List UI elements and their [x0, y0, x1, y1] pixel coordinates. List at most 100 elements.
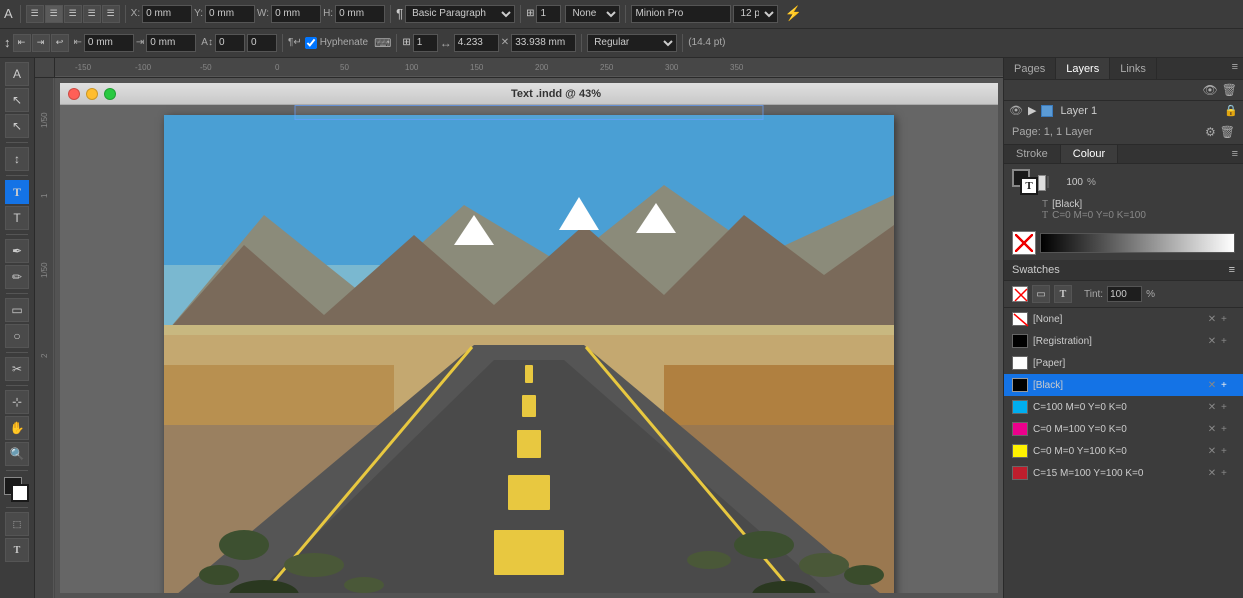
- layer-expand-icon[interactable]: ▶: [1028, 104, 1036, 117]
- text-frame[interactable]: [295, 105, 764, 120]
- hyphenate-checkbox[interactable]: [305, 37, 317, 49]
- tool-frame-text[interactable]: ⬚: [5, 512, 29, 536]
- swatch-magenta-add[interactable]: +: [1221, 424, 1235, 435]
- layer-1-item[interactable]: 👁 ▶ Layer 1 🔒: [1004, 101, 1243, 120]
- tool-ellipse[interactable]: ○: [5, 324, 29, 348]
- tool-direct-select[interactable]: ↖: [5, 88, 29, 112]
- tab-stroke[interactable]: Stroke: [1004, 145, 1061, 163]
- swatch-paper-name: [Paper]: [1033, 358, 1235, 369]
- swatches-menu-btn[interactable]: ≡: [1229, 264, 1235, 276]
- swatch-magenta-actions: ✕ +: [1205, 424, 1235, 435]
- space-after-input[interactable]: [247, 34, 277, 52]
- tool-type[interactable]: T: [5, 180, 29, 204]
- swatch-paper[interactable]: [Paper]: [1004, 352, 1243, 374]
- tab-layers[interactable]: Layers: [1056, 58, 1110, 79]
- space-before-input[interactable]: [215, 34, 245, 52]
- separator-r2-2: [396, 34, 397, 52]
- tool-zoom[interactable]: 🔍: [5, 442, 29, 466]
- swatch-none-add[interactable]: +: [1221, 314, 1235, 325]
- w-input[interactable]: 0 mm: [271, 5, 321, 23]
- swatch-text-btn[interactable]: T: [1054, 285, 1072, 303]
- page-delete-icon[interactable]: 🗑: [1220, 125, 1235, 139]
- tool-free-transform[interactable]: ⊹: [5, 390, 29, 414]
- tool-hand[interactable]: ✋: [5, 416, 29, 440]
- layer-eye-icon[interactable]: 👁: [1009, 104, 1023, 117]
- gradient-bar[interactable]: [1040, 233, 1235, 253]
- tab-links[interactable]: Links: [1110, 58, 1157, 79]
- swatch-custom1-x[interactable]: ✕: [1205, 468, 1219, 479]
- stroke-none-icon[interactable]: [1012, 231, 1036, 255]
- align-justify-btn[interactable]: ☰: [83, 5, 101, 23]
- tool-select[interactable]: A: [5, 62, 29, 86]
- baseline-input[interactable]: 33.938 mm: [511, 34, 576, 52]
- swatch-reg-x[interactable]: ✕: [1205, 336, 1219, 347]
- swatch-cyan-x[interactable]: ✕: [1205, 402, 1219, 413]
- font-size-dropdown[interactable]: 12 pt: [733, 5, 778, 23]
- swatch-yellow-x[interactable]: ✕: [1205, 446, 1219, 457]
- swatch-cyan[interactable]: C=100 M=0 Y=0 K=0 ✕ +: [1004, 396, 1243, 418]
- page-settings-icon[interactable]: ⚙: [1205, 125, 1216, 139]
- show-all-icon[interactable]: 👁: [1203, 83, 1218, 97]
- indent-right-btn[interactable]: ⇥: [32, 34, 50, 52]
- outdent-btn[interactable]: ↩: [51, 34, 69, 52]
- columns2-input[interactable]: [413, 34, 438, 52]
- swatch-custom1[interactable]: C=15 M=100 Y=100 K=0 ✕ +: [1004, 462, 1243, 484]
- window-maximize-btn[interactable]: [104, 88, 116, 100]
- tool-gap[interactable]: ↕: [5, 147, 29, 171]
- y-input[interactable]: 0 mm: [205, 5, 255, 23]
- tool-scissors[interactable]: ✂: [5, 357, 29, 381]
- tracking-input[interactable]: 4.233: [454, 34, 499, 52]
- swatch-yellow[interactable]: C=0 M=0 Y=100 K=0 ✕ +: [1004, 440, 1243, 462]
- delete-layer-icon[interactable]: 🗑: [1222, 83, 1237, 97]
- indent-input[interactable]: 0 mm: [84, 34, 134, 52]
- column-spacing-dropdown[interactable]: None: [565, 5, 620, 23]
- swatch-magenta-x[interactable]: ✕: [1205, 424, 1219, 435]
- svg-text:-50: -50: [200, 63, 212, 72]
- swatch-black[interactable]: [Black] ✕ +: [1004, 374, 1243, 396]
- stroke-color-box[interactable]: T: [1020, 177, 1038, 195]
- h-input[interactable]: 0 mm: [335, 5, 385, 23]
- font-input[interactable]: Minion Pro: [631, 5, 731, 23]
- swatch-magenta[interactable]: C=0 M=100 Y=0 K=0 ✕ +: [1004, 418, 1243, 440]
- tint-input[interactable]: 100: [1107, 286, 1142, 302]
- colour-slider-row: 100 %: [1047, 176, 1096, 188]
- align-right-btn[interactable]: ☰: [64, 5, 82, 23]
- colour-slider[interactable]: [1047, 176, 1049, 188]
- swatch-yellow-add[interactable]: +: [1221, 446, 1235, 457]
- layer-lock-icon[interactable]: 🔒: [1224, 104, 1238, 117]
- tab-pages[interactable]: Pages: [1004, 58, 1056, 79]
- sc-menu-btn[interactable]: ≡: [1227, 145, 1243, 163]
- panel-menu-btn[interactable]: ≡: [1227, 58, 1243, 79]
- swatch-custom1-add[interactable]: +: [1221, 468, 1235, 479]
- swatch-reg-add[interactable]: +: [1221, 336, 1235, 347]
- swatch-stroke-icon[interactable]: [1012, 286, 1028, 302]
- align-center-btn[interactable]: ☰: [45, 5, 63, 23]
- window-close-btn[interactable]: [68, 88, 80, 100]
- ruler-left: 1/50 1 1/50 2: [35, 78, 55, 598]
- swatch-black-add[interactable]: +: [1221, 380, 1235, 391]
- tool-type-vertical[interactable]: T: [5, 206, 29, 230]
- align-left-btn[interactable]: ☰: [26, 5, 44, 23]
- tool-pencil[interactable]: ✏: [5, 265, 29, 289]
- stroke-box[interactable]: [11, 484, 29, 502]
- window-minimize-btn[interactable]: [86, 88, 98, 100]
- tool-rect[interactable]: ▭: [5, 298, 29, 322]
- swatch-registration[interactable]: [Registration] ✕ +: [1004, 330, 1243, 352]
- swatch-none-x[interactable]: ✕: [1205, 314, 1219, 325]
- tool-pen[interactable]: ✒: [5, 239, 29, 263]
- tool-type-bottom[interactable]: T: [5, 538, 29, 562]
- font-style-dropdown[interactable]: Regular: [587, 34, 677, 52]
- align-justify-all-btn[interactable]: ☰: [102, 5, 120, 23]
- swatch-cyan-add[interactable]: +: [1221, 402, 1235, 413]
- tool-page[interactable]: ↖: [5, 114, 29, 138]
- x-input[interactable]: 0 mm: [142, 5, 192, 23]
- indent-left-btn[interactable]: ⇤: [13, 34, 31, 52]
- columns-input[interactable]: [536, 5, 561, 23]
- indent2-input[interactable]: [146, 34, 196, 52]
- swatch-fill-btn[interactable]: ▭: [1032, 285, 1050, 303]
- fill-stroke-indicator: [4, 477, 30, 503]
- paragraph-style-dropdown[interactable]: Basic Paragraph: [405, 5, 515, 23]
- tab-colour[interactable]: Colour: [1061, 145, 1118, 163]
- swatch-black-x[interactable]: ✕: [1205, 380, 1219, 391]
- swatch-none[interactable]: [None] ✕ +: [1004, 308, 1243, 330]
